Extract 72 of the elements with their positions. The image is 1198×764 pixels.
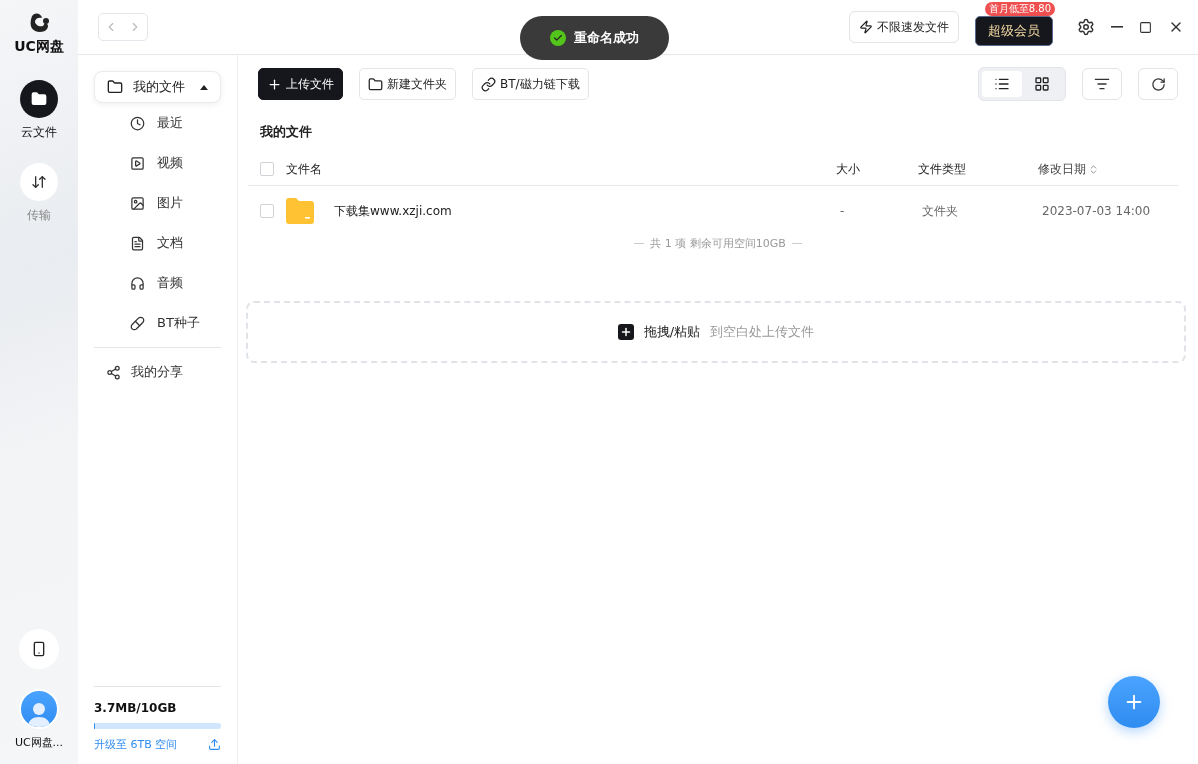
refresh-icon — [1150, 76, 1166, 92]
check-icon — [550, 30, 566, 46]
toast-text: 重命名成功 — [574, 29, 639, 47]
sidebar-item[interactable]: 最近 — [94, 103, 221, 143]
plus-icon — [267, 76, 282, 92]
settings-icon — [1077, 18, 1095, 36]
app-logo-text: UC网盘 — [14, 38, 64, 56]
vip-button[interactable]: 超级会员 — [975, 16, 1053, 46]
caret-icon — [200, 84, 208, 90]
sidebar-item[interactable]: 音频 — [94, 263, 221, 303]
table-cell-text: 文件夹 — [921, 202, 959, 220]
select-all-checkbox[interactable] — [260, 162, 274, 176]
sidebar-item[interactable]: 我的文件 — [94, 71, 221, 103]
fast-send-button[interactable]: 不限速发文件 — [849, 11, 959, 43]
clock-icon — [130, 115, 145, 131]
sort-icon — [1094, 76, 1110, 92]
lightning-icon — [859, 20, 873, 34]
sidebar-item[interactable]: 图片 — [94, 183, 221, 223]
download-link-button[interactable]: BT/磁力链下载 — [472, 68, 589, 100]
sidebar-item[interactable]: 视频 — [94, 143, 221, 183]
upload-button[interactable]: 上传文件 — [258, 68, 343, 100]
share-icon — [106, 364, 121, 380]
table-footer: 共 1 项 剩余可用空间10GB — [650, 236, 786, 251]
sidebar-item[interactable]: 我的分享 — [94, 352, 221, 392]
rail-tab[interactable]: 云文件 — [20, 80, 58, 141]
minimize-icon — [1111, 26, 1123, 28]
drop-hint: 到空白处上传文件 — [710, 323, 815, 341]
grid-icon — [1034, 76, 1050, 92]
headphones-icon — [130, 275, 145, 291]
sort-button[interactable] — [1082, 68, 1122, 100]
table-cell-text: 2023-07-03 14:00 — [1041, 204, 1152, 218]
image-icon — [130, 195, 145, 211]
folder-icon — [368, 76, 383, 92]
row-checkbox[interactable] — [260, 204, 274, 218]
promo-badge: 首月低至8.80 — [984, 2, 1055, 16]
column-header[interactable]: 文件名 — [286, 160, 836, 178]
settings-button[interactable] — [1077, 18, 1095, 36]
column-header[interactable]: 修改日期 — [1038, 160, 1178, 178]
refresh-button[interactable] — [1138, 68, 1178, 100]
maximize-button[interactable] — [1139, 20, 1152, 34]
sidebar-item[interactable]: 文档 — [94, 223, 221, 263]
column-header[interactable]: 文件类型 — [918, 160, 1038, 178]
document-icon — [130, 235, 145, 251]
transfer-icon — [20, 163, 58, 201]
user-name: UC网盘... — [14, 735, 64, 750]
link-icon — [481, 76, 496, 92]
folder-icon — [107, 79, 123, 95]
table-cell-text: - — [839, 204, 846, 218]
column-header[interactable]: 大小 — [836, 160, 918, 178]
new-folder-button[interactable]: 新建文件夹 — [359, 68, 456, 100]
folder-icon — [20, 80, 58, 118]
folder-icon — [286, 198, 314, 224]
add-button[interactable] — [1108, 676, 1160, 728]
play-icon — [130, 155, 145, 171]
phone-button[interactable] — [19, 629, 59, 669]
plus-icon — [617, 324, 634, 340]
sort-icon — [1088, 163, 1099, 175]
list-view-button[interactable] — [982, 71, 1022, 97]
file-name[interactable]: 下载集www.xzji.com — [334, 202, 836, 220]
minimize-button[interactable] — [1111, 26, 1123, 28]
maximize-icon — [1139, 20, 1152, 34]
storage-usage: 3.7MB/10GB — [94, 701, 178, 715]
drop-zone[interactable]: 拖拽/粘贴 到空白处上传文件 — [246, 301, 1186, 363]
breadcrumb: 我的文件 — [260, 123, 313, 141]
drop-action: 拖拽/粘贴 — [643, 323, 701, 341]
sidebar-item[interactable]: BT种子 — [94, 303, 221, 343]
phone-icon — [31, 641, 47, 657]
upgrade-link[interactable]: 升级至 6TB 空间 — [94, 737, 178, 752]
capsule-icon — [130, 315, 145, 331]
upload-icon[interactable] — [208, 738, 221, 751]
list-icon — [994, 76, 1010, 92]
avatar[interactable] — [19, 689, 59, 729]
